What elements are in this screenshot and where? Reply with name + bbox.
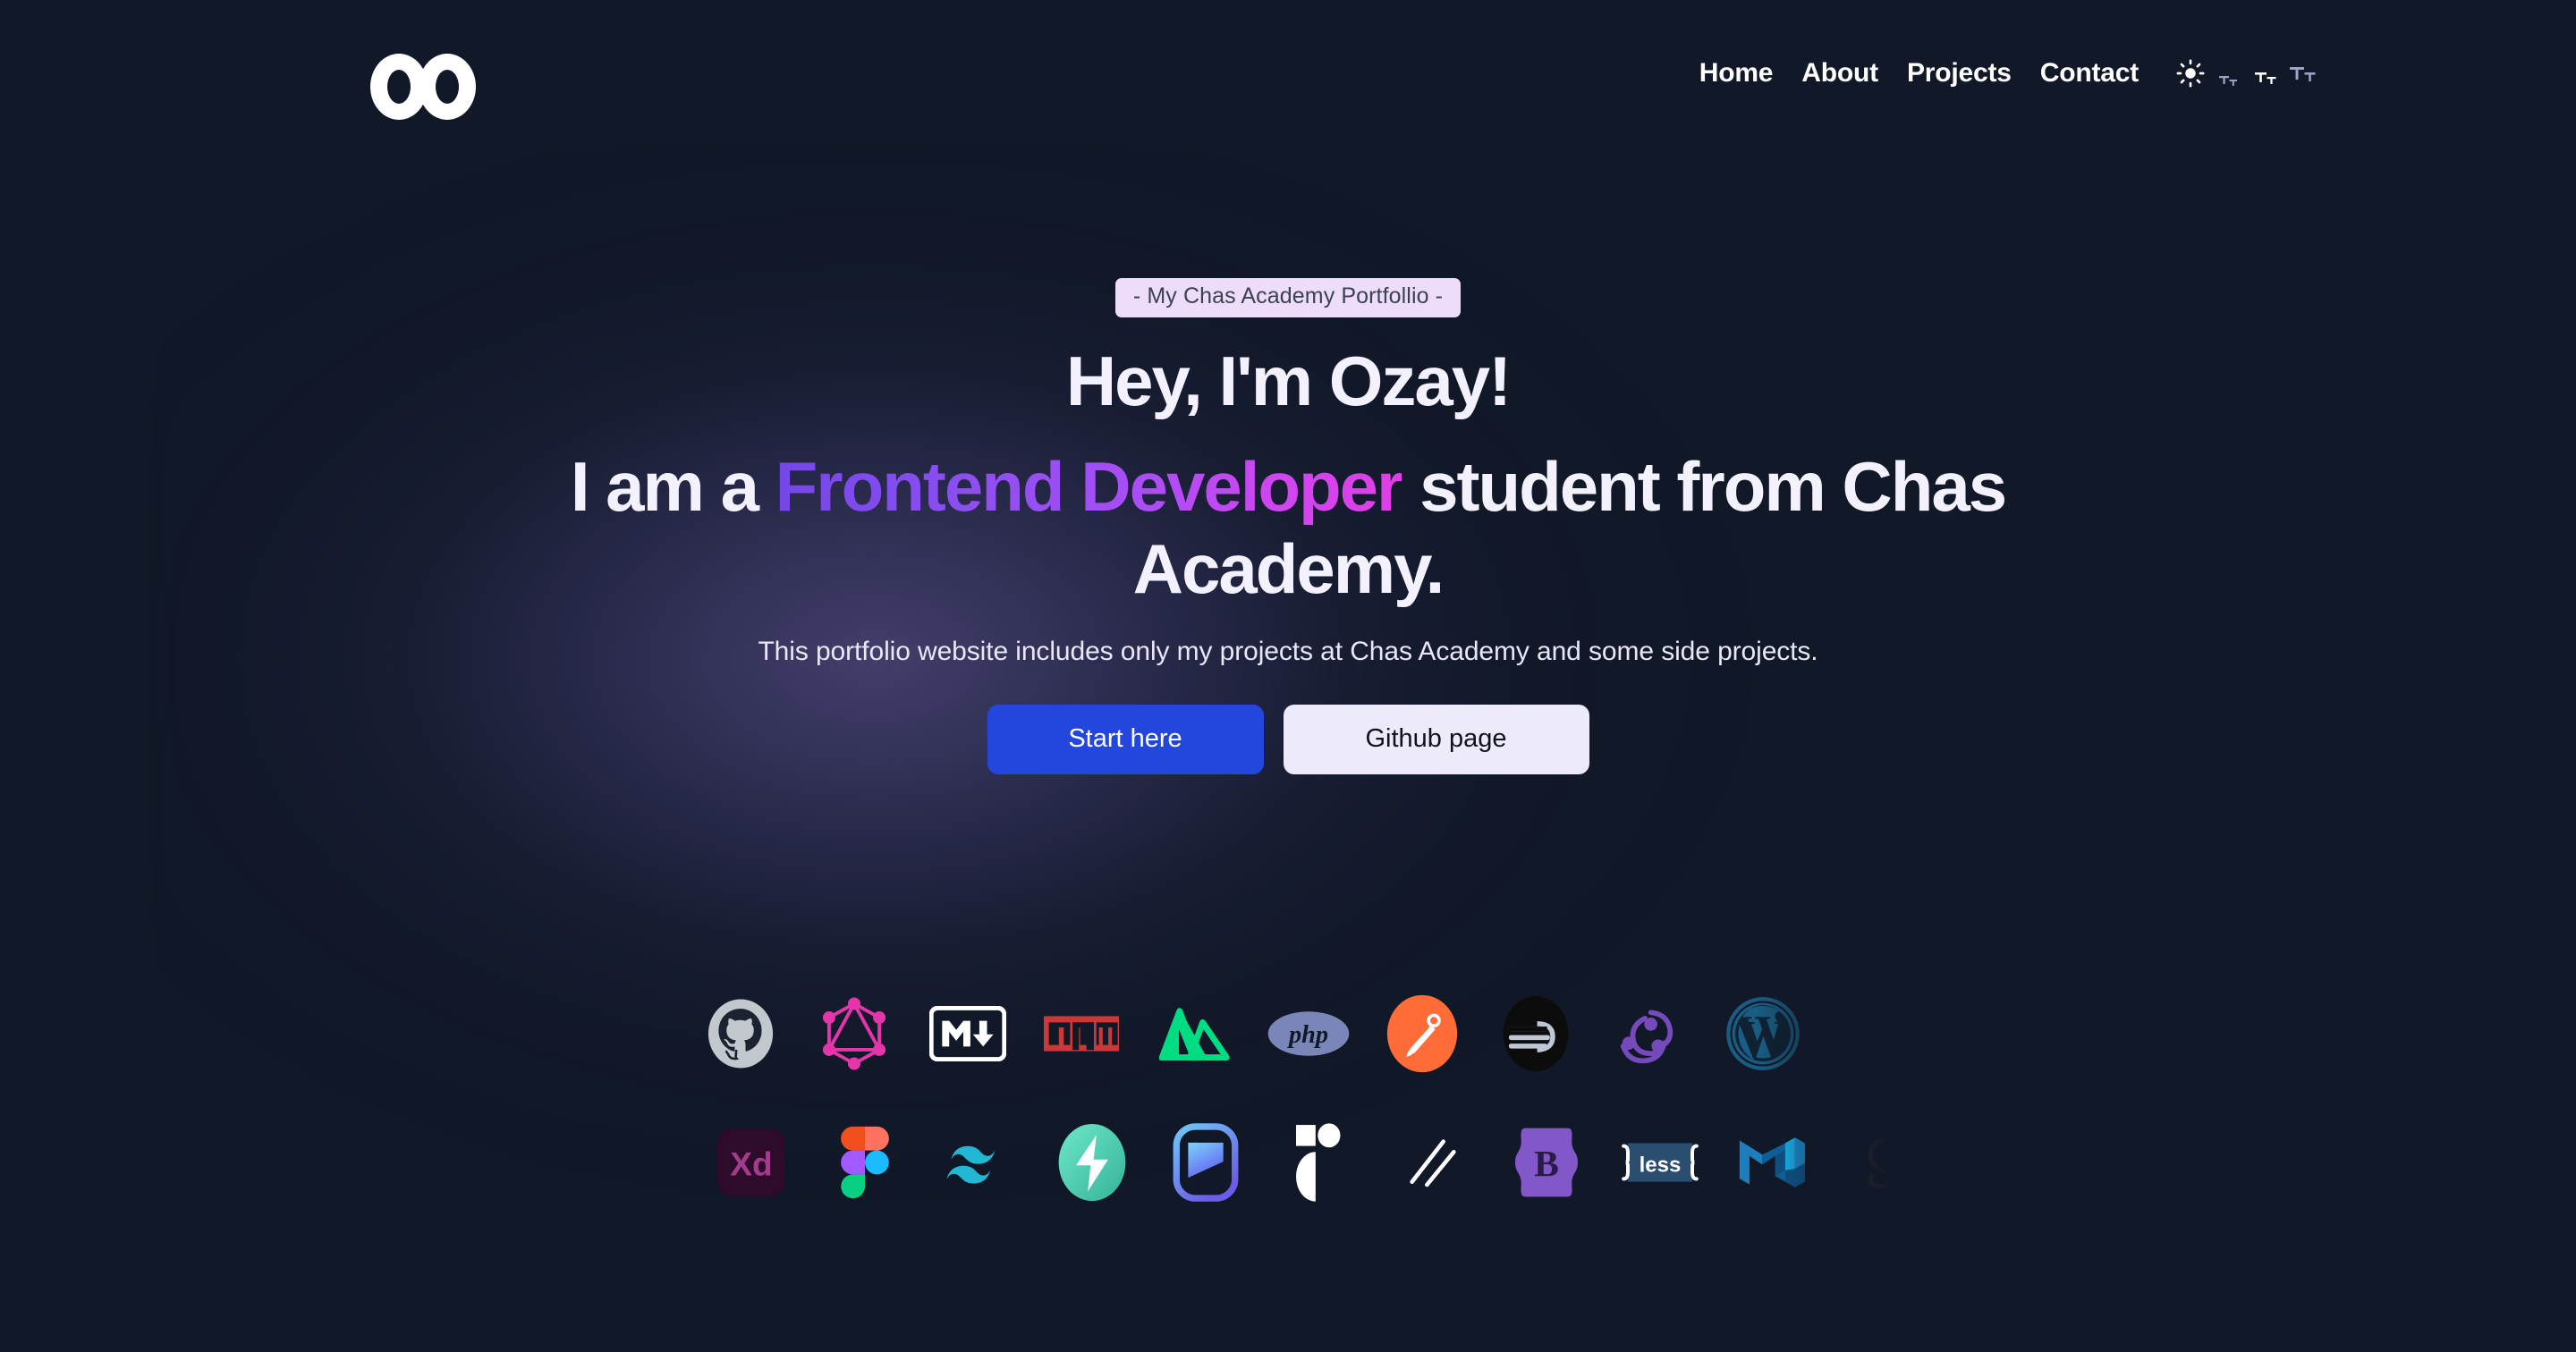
- github-page-button[interactable]: Github page: [1283, 704, 1589, 774]
- nav-link-about[interactable]: About: [1787, 55, 1893, 91]
- portfolio-badge: - My Chas Academy Portfollio -: [1114, 278, 1462, 317]
- github-logo[interactable]: [683, 978, 797, 1089]
- tailwindcss-logo[interactable]: [921, 1107, 1035, 1218]
- framer-logo[interactable]: [1148, 1107, 1262, 1218]
- hero-cta-group: Start here Github page: [987, 704, 1589, 774]
- figma-logo[interactable]: [808, 1107, 921, 1218]
- font-size-large-button[interactable]: [2287, 55, 2321, 91]
- svg-text:Xd: Xd: [730, 1145, 772, 1182]
- prisma-logo[interactable]: [1479, 978, 1592, 1089]
- subheading-highlight: Frontend Developer: [775, 446, 1404, 526]
- markdown-logo[interactable]: [911, 978, 1024, 1089]
- wordpress-logo[interactable]: W: [1706, 978, 1819, 1089]
- font-size-small-icon: [2219, 76, 2237, 86]
- font-size-medium-icon: [2255, 72, 2276, 84]
- nav-link-contact[interactable]: Contact: [2026, 55, 2153, 91]
- tech-logo-row-2[interactable]: Xd B less: [694, 1107, 1902, 1218]
- font-size-medium-button[interactable]: [2250, 55, 2284, 91]
- font-size-large-icon: [2290, 67, 2316, 81]
- hero-description: This portfolio website includes only my …: [758, 636, 1818, 666]
- less-logo[interactable]: less: [1603, 1107, 1716, 1218]
- adobe-xd-logo[interactable]: Xd: [694, 1107, 808, 1218]
- svg-text:B: B: [1534, 1144, 1559, 1185]
- start-here-button[interactable]: Start here: [987, 704, 1264, 774]
- svg-text:W: W: [1741, 1013, 1784, 1060]
- bootstrap-logo[interactable]: B: [1489, 1107, 1603, 1218]
- infinity-oo-logo[interactable]: [369, 52, 477, 122]
- sun-icon: [2176, 59, 2205, 88]
- prettier-logo[interactable]: [1376, 1107, 1489, 1218]
- svg-text:php: php: [1285, 1021, 1327, 1049]
- supabase-logo[interactable]: [1035, 1107, 1148, 1218]
- page-title: Hey, I'm Ozay!: [1065, 341, 1512, 420]
- tech-logo-marquee: php W Xd B less: [0, 973, 2576, 1232]
- hero-subheading: I am a Frontend Developer student from C…: [519, 445, 2057, 610]
- page-root: Home About Projects Contact - My Chas Ac…: [0, 0, 2576, 1352]
- top-navigation-bar: Home About Projects Contact: [0, 0, 2576, 170]
- nav-link-projects[interactable]: Projects: [1893, 55, 2026, 91]
- nav-right-cluster: Home About Projects Contact: [1685, 55, 2321, 91]
- svg-text:less: less: [1639, 1153, 1681, 1177]
- redux-logo[interactable]: [1592, 978, 1706, 1089]
- nav-link-home[interactable]: Home: [1685, 55, 1788, 91]
- material-ui-logo[interactable]: [1716, 1107, 1830, 1218]
- tech-logo-row-1[interactable]: php W: [683, 978, 1864, 1089]
- npm-logo[interactable]: [1024, 978, 1138, 1089]
- sass-logo[interactable]: [1830, 1107, 1944, 1218]
- nuxt-logo[interactable]: [1138, 978, 1251, 1089]
- graphql-logo[interactable]: [797, 978, 911, 1089]
- subheading-pre: I am a: [570, 446, 775, 526]
- font-size-small-button[interactable]: [2212, 55, 2246, 91]
- theme-toggle-button[interactable]: [2173, 55, 2208, 91]
- radix-ui-logo[interactable]: [1262, 1107, 1376, 1218]
- php-logo[interactable]: php: [1251, 978, 1365, 1089]
- postman-logo[interactable]: [1365, 978, 1479, 1089]
- subheading-post: student from Chas Academy.: [1132, 446, 2008, 608]
